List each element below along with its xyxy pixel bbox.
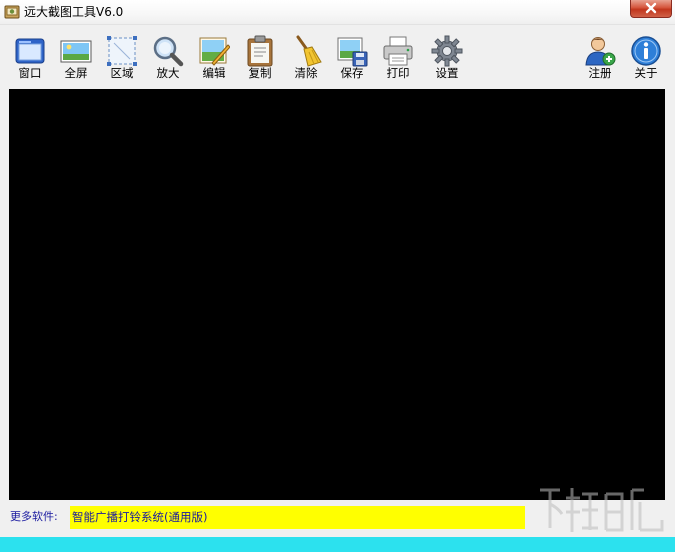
- app-window: 远大截图工具V6.0 窗口 全屏 区域 放大 编辑 复制 清除 保存 打印 设置…: [0, 0, 675, 552]
- info-icon: [630, 35, 662, 67]
- toolbar-label: 放大: [156, 66, 180, 80]
- toolbar-label: 窗口: [18, 66, 42, 80]
- toolbar-label: 保存: [340, 66, 364, 80]
- watermark-logo: [540, 488, 664, 532]
- region-select-icon: [106, 35, 138, 67]
- window-icon: [14, 35, 46, 67]
- toolbar-label: 清除: [294, 66, 318, 80]
- capture-canvas[interactable]: [9, 89, 665, 500]
- toolbar-label: 全屏: [64, 66, 88, 80]
- copy-button[interactable]: 复制: [240, 35, 280, 83]
- toolbar-label: 区域: [110, 66, 134, 80]
- app-icon[interactable]: [4, 4, 20, 20]
- edit-picture-icon: [198, 35, 231, 67]
- window-capture-button[interactable]: 窗口: [10, 35, 50, 83]
- window-title: 远大截图工具V6.0: [24, 5, 124, 19]
- edit-button[interactable]: 编辑: [194, 35, 234, 83]
- clear-button[interactable]: 清除: [286, 35, 326, 83]
- broom-icon: [290, 35, 322, 67]
- main-toolbar: 窗口 全屏 区域 放大 编辑 复制 清除 保存 打印 设置 注册 关于: [0, 25, 675, 85]
- toolbar-label: 编辑: [202, 66, 226, 80]
- promo-software-link[interactable]: 智能广播打铃系统(通用版): [70, 506, 525, 529]
- toolbar-label: 设置: [435, 66, 459, 80]
- about-button[interactable]: 关于: [626, 35, 666, 83]
- status-bar: [0, 537, 675, 552]
- toolbar-label: 关于: [634, 66, 658, 80]
- fullscreen-capture-button[interactable]: 全屏: [56, 35, 96, 83]
- toolbar-label: 注册: [588, 66, 612, 80]
- close-button[interactable]: [630, 0, 672, 18]
- settings-button[interactable]: 设置: [427, 35, 467, 83]
- toolbar-label: 打印: [386, 66, 410, 80]
- zoom-button[interactable]: 放大: [148, 35, 188, 83]
- title-bar[interactable]: 远大截图工具V6.0: [0, 0, 675, 25]
- save-picture-icon: [336, 35, 368, 67]
- register-button[interactable]: 注册: [580, 35, 620, 83]
- toolbar-label: 复制: [248, 66, 272, 80]
- more-software-label: 更多软件:: [10, 510, 58, 523]
- print-button[interactable]: 打印: [378, 35, 418, 83]
- save-button[interactable]: 保存: [332, 35, 372, 83]
- region-capture-button[interactable]: 区域: [102, 35, 142, 83]
- clipboard-icon: [244, 35, 276, 67]
- user-register-icon: [584, 35, 616, 67]
- magnifier-icon: [152, 35, 184, 67]
- close-icon: [645, 2, 657, 14]
- fullscreen-icon: [60, 35, 92, 67]
- gear-icon: [431, 35, 463, 67]
- printer-icon: [382, 35, 414, 67]
